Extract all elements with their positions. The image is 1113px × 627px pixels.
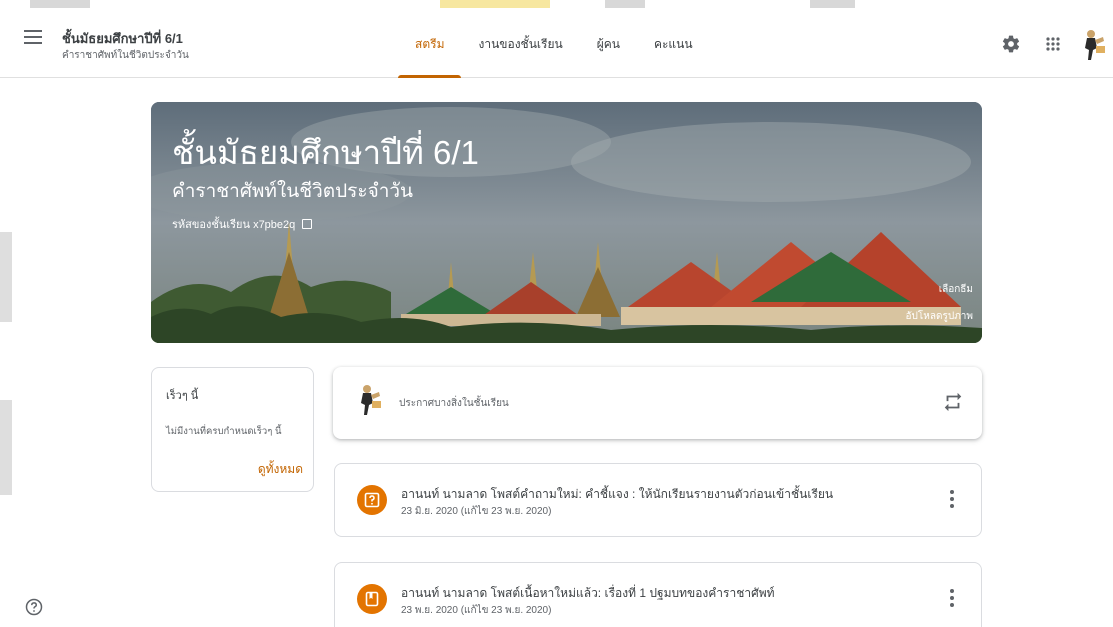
tab-people[interactable]: ผู้คน [580,0,637,78]
more-vert-icon[interactable] [949,589,955,611]
class-title[interactable]: ชั้นมัธยมศึกษาปีที่ 6/1 [62,28,183,49]
avatar[interactable] [1081,28,1107,62]
class-subtitle: คำราชาศัพท์ในชีวิตประจำวัน [62,50,189,61]
upcoming-empty-text: ไม่มีงานที่ครบกำหนดเร็วๆ นี้ [166,426,282,437]
post-date: 23 พ.ย. 2020 (แก้ไข 23 พ.ย. 2020) [401,605,552,616]
upcoming-card: เร็วๆ นี้ ไม่มีงานที่ครบกำหนดเร็วๆ นี้ ด… [151,367,314,492]
class-code-value[interactable]: x7pbe2q [253,219,295,231]
avatar [357,383,383,417]
question-icon [357,485,387,515]
tab-grades[interactable]: คะแนน [637,0,710,78]
post-date: 23 มิ.ย. 2020 (แก้ไข 23 พ.ย. 2020) [401,506,552,517]
banner-subtitle: คำราชาศัพท์ในชีวิตประจำวัน [172,181,414,202]
watermark-band [0,232,12,322]
help-icon[interactable] [25,598,43,616]
announce-box[interactable]: ประกาศบางสิ่งในชั้นเรียน [333,367,982,439]
gear-icon[interactable] [1001,34,1021,54]
banner-title: ชั้นมัธยมศึกษาปีที่ 6/1 [172,134,479,171]
material-icon [357,584,387,614]
tab-bar: สตรีม งานของชั้นเรียน ผู้คน คะแนน [398,0,710,78]
stream-post[interactable]: อานนท์ นามลาด โพสต์เนื้อหาใหม่แล้ว: เรื่… [334,562,982,627]
more-vert-icon[interactable] [949,490,955,512]
class-banner: ชั้นมัธยมศึกษาปีที่ 6/1 คำราชาศัพท์ในชีว… [151,102,982,343]
stream-post[interactable]: อานนท์ นามลาด โพสต์คำถามใหม่: คำชี้แจง :… [334,463,982,537]
watermark-band [0,400,12,495]
apps-grid-icon[interactable] [1043,34,1063,54]
top-app-bar: ชั้นมัธยมศึกษาปีที่ 6/1 คำราชาศัพท์ในชีว… [0,0,1113,78]
announce-placeholder[interactable]: ประกาศบางสิ่งในชั้นเรียน [399,396,509,411]
main-menu-icon[interactable] [24,30,42,44]
repost-icon[interactable] [942,391,964,413]
tab-classwork[interactable]: งานของชั้นเรียน [461,0,579,78]
view-all-link[interactable]: ดูทั้งหมด [258,460,303,479]
class-code: รหัสของชั้นเรียน x7pbe2q [172,215,313,233]
upcoming-title: เร็วๆ นี้ [166,390,199,402]
tab-stream[interactable]: สตรีม [398,0,462,78]
fullscreen-icon[interactable] [302,219,313,229]
classroom-page: ชั้นมัธยมศึกษาปีที่ 6/1 คำราชาศัพท์ในชีว… [0,0,1113,627]
class-code-label: รหัสของชั้นเรียน [172,219,250,231]
select-theme-link[interactable]: เลือกธีม [939,282,973,297]
post-title[interactable]: อานนท์ นามลาด โพสต์เนื้อหาใหม่แล้ว: เรื่… [401,584,775,603]
post-title[interactable]: อานนท์ นามลาด โพสต์คำถามใหม่: คำชี้แจง :… [401,485,833,504]
upload-photo-link[interactable]: อัปโหลดรูปภาพ [906,309,973,324]
